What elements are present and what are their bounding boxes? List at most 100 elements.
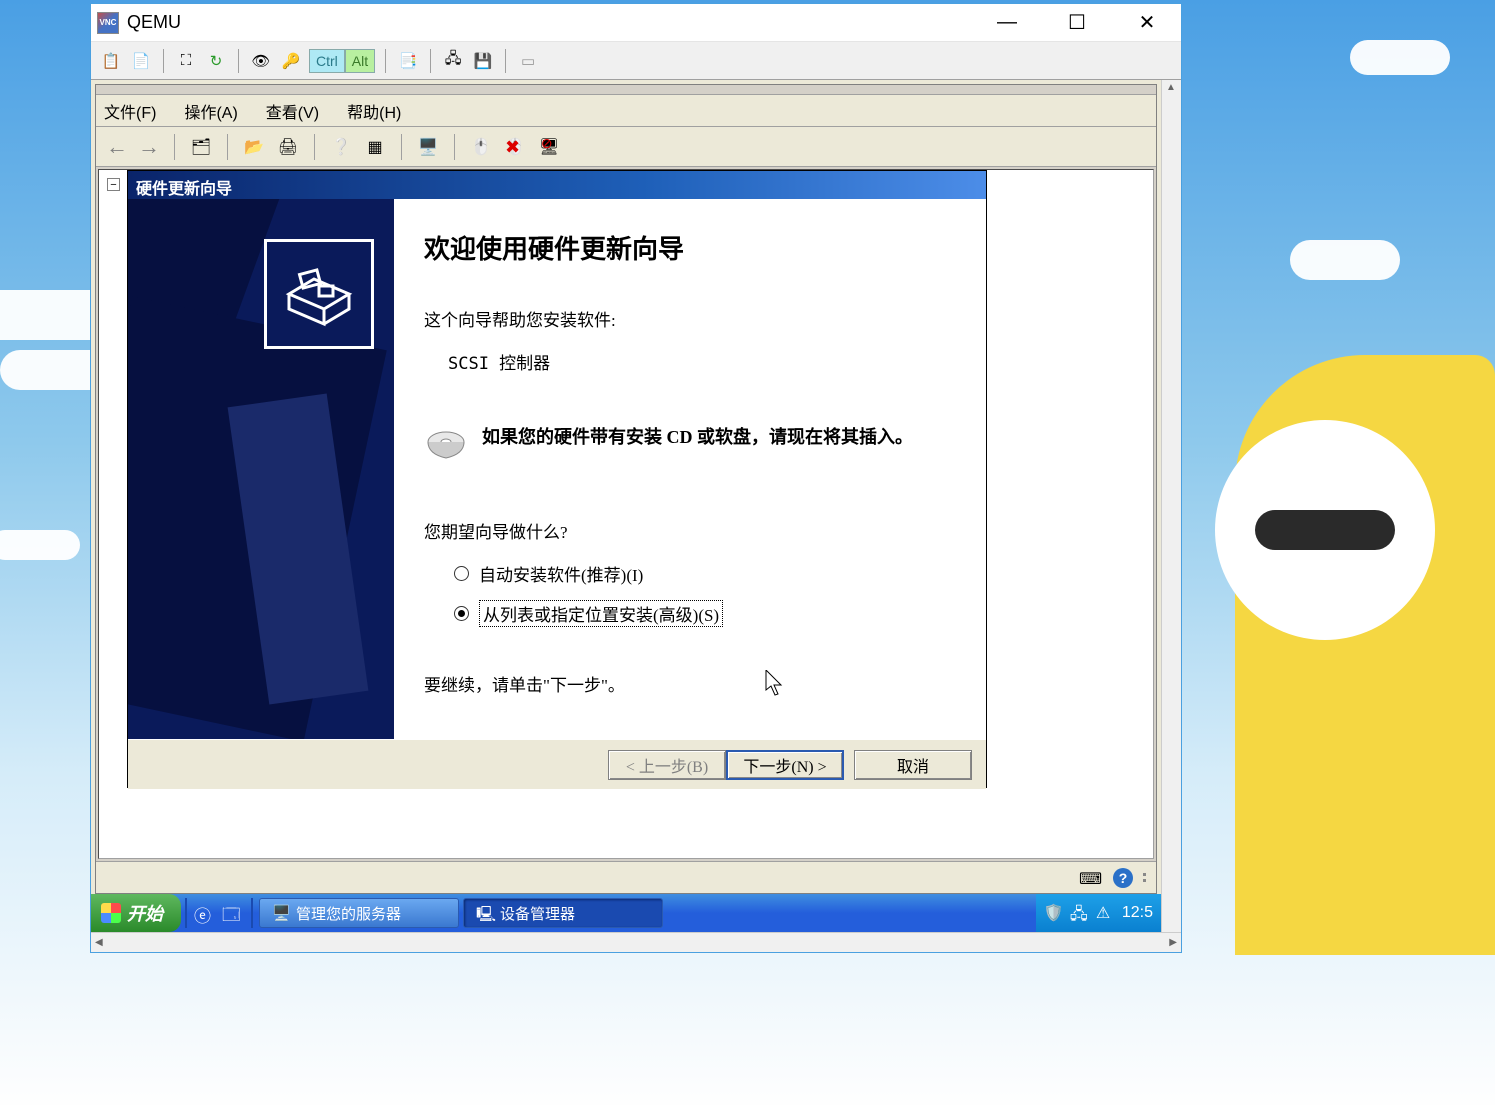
enable-icon[interactable]: 🖱️ (469, 135, 493, 159)
wallpaper-figure (1255, 510, 1395, 550)
wizard-device-icon (264, 239, 374, 349)
radio-list-install[interactable]: 从列表或指定位置安装(高级)(S) (454, 600, 946, 627)
wizard-footer: < 上一步(B) 下一步(N) > 取消 (128, 739, 986, 789)
vnc-window-title: QEMU (127, 12, 181, 33)
network-icon[interactable]: 🖧 (1070, 903, 1090, 923)
back-button: < 上一步(B) (608, 750, 726, 780)
taskbar-item-server-manager[interactable]: 🖥️ 管理您的服务器 (259, 898, 459, 928)
radio-auto-install[interactable]: 自动安装软件(推荐)(I) (454, 561, 946, 586)
wizard-heading: 欢迎使用硬件更新向导 (424, 229, 946, 266)
scan-hardware-icon[interactable]: 🖥️ (416, 135, 440, 159)
quicklaunch-desktop-icon[interactable]: 🗔 (222, 902, 244, 924)
toolbar-separator (174, 134, 175, 160)
horizontal-scrollbar[interactable] (91, 932, 1181, 952)
wizard-titlebar[interactable]: 硬件更新向导 (128, 171, 986, 199)
menu-view[interactable]: 查看(V) (266, 99, 319, 123)
alert-icon[interactable]: ⚠ (1096, 903, 1116, 923)
tree-expand-toggle[interactable]: − (107, 178, 120, 191)
toolbar-separator (314, 134, 315, 160)
vnc-toolbar: 📋 📄 ⛶ ↻ 👁 🔑 Ctrl Alt 📑 🖧 💾 ▭ (91, 42, 1181, 80)
start-button[interactable]: 开始 (91, 894, 181, 932)
wizard-cd-hint: 如果您的硬件带有安装 CD 或软盘，请现在将其插入。 (482, 424, 913, 451)
cloud-decoration (0, 530, 80, 560)
nav-back-icon[interactable]: ← (106, 134, 128, 160)
refresh-icon[interactable]: ↻ (204, 49, 228, 73)
wizard-sidebar-graphic (128, 199, 394, 739)
maximize-button[interactable]: ☐ (1057, 9, 1097, 37)
keyboard-indicator-icon[interactable]: ⌨ (1079, 869, 1103, 887)
windows-logo-icon (101, 903, 121, 923)
wizard-question: 您期望向导做什么? (424, 518, 946, 543)
device-manager-window: 文件(F) 操作(A) 查看(V) 帮助(H) ← → 🗂 📂 🖨 ❔ ▦ (95, 84, 1157, 894)
scale-icon[interactable]: ▭ (516, 49, 540, 73)
radio-icon[interactable] (454, 566, 469, 581)
mmc-menubar: 文件(F) 操作(A) 查看(V) 帮助(H) (96, 95, 1156, 127)
toolbar-separator (238, 49, 239, 73)
properties-icon[interactable]: 📂 (242, 135, 266, 159)
toolbar-separator (385, 49, 386, 73)
wizard-device-name: SCSI 控制器 (448, 349, 946, 374)
show-hide-tree-icon[interactable]: 🗂 (189, 135, 213, 159)
radio-auto-label: 自动安装软件(推荐)(I) (479, 561, 643, 586)
mmc-statusbar: ⌨ ? (96, 861, 1156, 893)
server-manager-icon: 🖥️ (272, 904, 290, 922)
mmc-toolbar: ← → 🗂 📂 🖨 ❔ ▦ 🖥️ 🖱️ 🖱️✖ 🖥⊘ (96, 127, 1156, 167)
cd-icon (424, 424, 468, 468)
disable-icon[interactable]: 🖱️✖ (503, 135, 527, 159)
send-cad-icon[interactable]: 👁 (249, 49, 273, 73)
save-connection-icon[interactable]: 📄 (129, 49, 153, 73)
taskbar-item-device-manager[interactable]: 🖳 设备管理器 (463, 898, 663, 928)
toolbar-separator (401, 134, 402, 160)
alt-toggle-button[interactable]: Alt (345, 49, 375, 73)
minimize-button[interactable]: — (987, 9, 1027, 37)
new-connection-icon[interactable]: 📋 (99, 49, 123, 73)
vnc-app-icon: VNC (97, 12, 119, 34)
toolbar-separator (430, 49, 431, 73)
wizard-content: 欢迎使用硬件更新向导 这个向导帮助您安装软件: SCSI 控制器 如果您的硬件带… (394, 199, 986, 739)
next-button[interactable]: 下一步(N) > (726, 750, 844, 780)
cloud-decoration (1290, 240, 1400, 280)
menu-action[interactable]: 操作(A) (184, 99, 237, 123)
close-button[interactable]: ✕ (1127, 9, 1167, 37)
help-button-icon[interactable]: ? (1113, 868, 1133, 888)
wizard-continue-text: 要继续，请单击"下一步"。 (424, 671, 946, 696)
windows-key-icon[interactable]: 🔑 (279, 49, 303, 73)
mmc-tree-area[interactable]: − 硬件更新向导 (98, 169, 1154, 859)
security-shield-icon[interactable]: 🛡️ (1044, 903, 1064, 923)
toolbar-separator (505, 49, 506, 73)
print-icon[interactable]: 🖨 (276, 135, 300, 159)
help-icon[interactable]: ❔ (329, 135, 353, 159)
toolbar-separator (163, 49, 164, 73)
system-tray: 🛡️ 🖧 ⚠ 12:5 (1036, 894, 1161, 932)
start-label: 开始 (127, 900, 163, 926)
vnc-window: VNC QEMU — ☐ ✕ 📋 📄 ⛶ ↻ 👁 🔑 Ctrl Alt 📑 🖧 … (90, 3, 1182, 953)
toolbar-separator (454, 134, 455, 160)
windows-taskbar: 开始 ⓔ 🗔 🖥️ 管理您的服务器 🖳 设备管理器 🛡️ 🖧 ⚠ (91, 894, 1161, 932)
quicklaunch-ie-icon[interactable]: ⓔ (194, 902, 216, 924)
cloud-decoration (1350, 40, 1450, 75)
view-icon[interactable]: ▦ (363, 135, 387, 159)
transfer-icon[interactable]: 🖧 (441, 49, 465, 73)
wizard-intro-text: 这个向导帮助您安装软件: (424, 306, 946, 331)
cancel-button[interactable]: 取消 (854, 750, 972, 780)
menu-file[interactable]: 文件(F) (104, 99, 156, 123)
taskbar-item-label: 管理您的服务器 (296, 903, 401, 924)
device-manager-icon: 🖳 (476, 904, 494, 922)
taskbar-clock[interactable]: 12:5 (1122, 904, 1153, 922)
uninstall-icon[interactable]: 🖥⊘ (537, 135, 561, 159)
fullscreen-icon[interactable]: ⛶ (174, 49, 198, 73)
taskbar-item-label: 设备管理器 (500, 903, 575, 924)
hardware-update-wizard-dialog: 硬件更新向导 (127, 170, 987, 788)
vertical-scrollbar[interactable] (1161, 80, 1181, 932)
vnc-titlebar[interactable]: VNC QEMU — ☐ ✕ (91, 4, 1181, 42)
resize-grip-icon[interactable] (1143, 873, 1146, 882)
mmc-title-strip (96, 85, 1156, 95)
save-icon[interactable]: 💾 (471, 49, 495, 73)
guest-display-area: 文件(F) 操作(A) 查看(V) 帮助(H) ← → 🗂 📂 🖨 ❔ ▦ (91, 80, 1181, 952)
radio-list-label: 从列表或指定位置安装(高级)(S) (479, 600, 723, 627)
radio-icon[interactable] (454, 606, 469, 621)
menu-help[interactable]: 帮助(H) (347, 99, 401, 123)
copy-icon[interactable]: 📑 (396, 49, 420, 73)
ctrl-toggle-button[interactable]: Ctrl (309, 49, 345, 73)
nav-forward-icon: → (138, 134, 160, 160)
